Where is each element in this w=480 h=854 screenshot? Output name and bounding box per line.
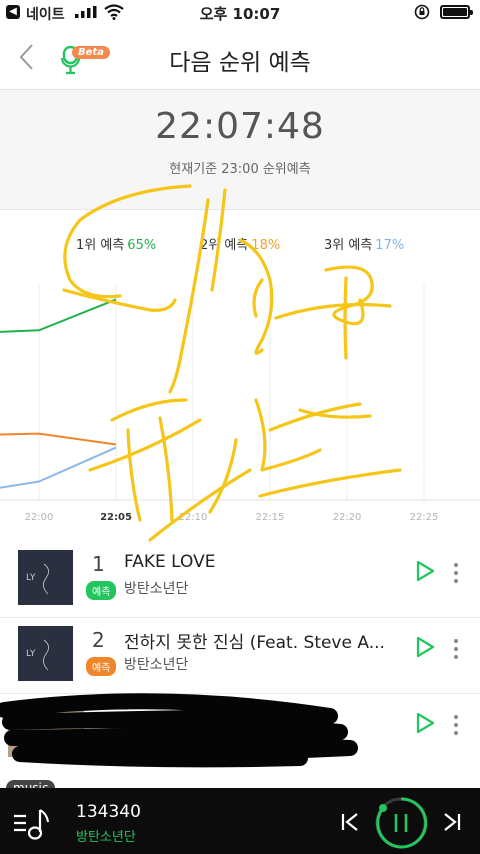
album-art: LY (18, 626, 73, 681)
album-art (8, 702, 84, 757)
svg-text:LY: LY (26, 573, 36, 583)
rank-prediction-chart: 22:00 22:05 22:10 22:15 22:20 22:25 (0, 284, 480, 523)
chart-tick-label: 22:20 (333, 512, 362, 523)
prediction-badge: 예측 (86, 581, 117, 600)
more-vertical-icon[interactable] (452, 638, 460, 660)
status-clock: 오후 10:07 (199, 5, 281, 23)
player-artist[interactable]: 방탄소년단 (76, 826, 136, 845)
play-icon[interactable] (414, 559, 436, 583)
legend-label: 3위 예측 (324, 238, 373, 253)
legend-item-1: 1위 예측 65% (76, 234, 156, 253)
rank-number: 1 (92, 552, 105, 576)
legend-label: 1위 예측 (76, 238, 125, 253)
svg-text:LY: LY (26, 649, 36, 659)
song-title[interactable]: 전하지 못한 진심 (Feat. Steve A... (124, 628, 404, 653)
list-item[interactable] (0, 694, 480, 770)
legend-percent: 17% (375, 238, 405, 253)
previous-icon[interactable] (340, 812, 360, 832)
status-bar: ◀ 네이트 오후 10:07 (0, 0, 480, 26)
legend-percent: 65% (127, 238, 157, 253)
chart-series-line (0, 446, 117, 489)
mini-player[interactable]: 134340 방탄소년단 (0, 788, 480, 854)
artist-name[interactable]: 방탄소년단 (124, 654, 188, 674)
legend-item-2: 2위 예측 18% (200, 234, 280, 253)
play-icon[interactable] (414, 635, 436, 659)
chart-tick-label: 22:15 (256, 512, 285, 523)
current-time: 22:07:48 (155, 106, 325, 147)
chart-tick-label: 22:05 (100, 512, 132, 523)
playlist-icon[interactable] (14, 808, 50, 842)
more-vertical-icon[interactable] (452, 714, 460, 736)
legend-item-3: 3위 예측 17% (324, 234, 404, 253)
prediction-badge: 예측 (86, 657, 117, 676)
song-title[interactable]: FAKE LOVE (124, 552, 404, 572)
chart-tick-label: 22:25 (410, 512, 439, 523)
chart-series-line (0, 298, 117, 333)
play-icon[interactable] (414, 711, 436, 735)
prediction-basis-text: 현재기준 23:00 순위예측 (169, 162, 311, 177)
top-header: Beta 다음 순위 예측 (0, 26, 480, 90)
page-title: 다음 순위 예측 (169, 50, 311, 76)
list-item[interactable]: LY 1 FAKE LOVE 예측 방탄소년단 (0, 542, 480, 618)
more-vertical-icon[interactable] (452, 562, 460, 584)
pause-icon[interactable] (374, 796, 428, 850)
battery-icon (440, 5, 473, 19)
album-art: LY (18, 550, 73, 605)
player-song-title[interactable]: 134340 (76, 802, 141, 822)
chart-series-line (0, 432, 117, 446)
chart-tick-label: 22:00 (25, 512, 54, 523)
chart-tick-label: 22:10 (179, 512, 208, 523)
next-icon[interactable] (442, 812, 462, 832)
list-item[interactable]: LY 2 전하지 못한 진심 (Feat. Steve A... 예측 방탄소년… (0, 618, 480, 694)
countdown-panel: 22:07:48 현재기준 23:00 순위예측 (0, 90, 480, 210)
rank-number: 2 (92, 628, 105, 652)
rotation-lock-icon (414, 4, 430, 20)
artist-name[interactable]: 방탄소년단 (124, 578, 188, 598)
legend-label: 2위 예측 (200, 238, 249, 253)
legend-percent: 18% (251, 238, 281, 253)
